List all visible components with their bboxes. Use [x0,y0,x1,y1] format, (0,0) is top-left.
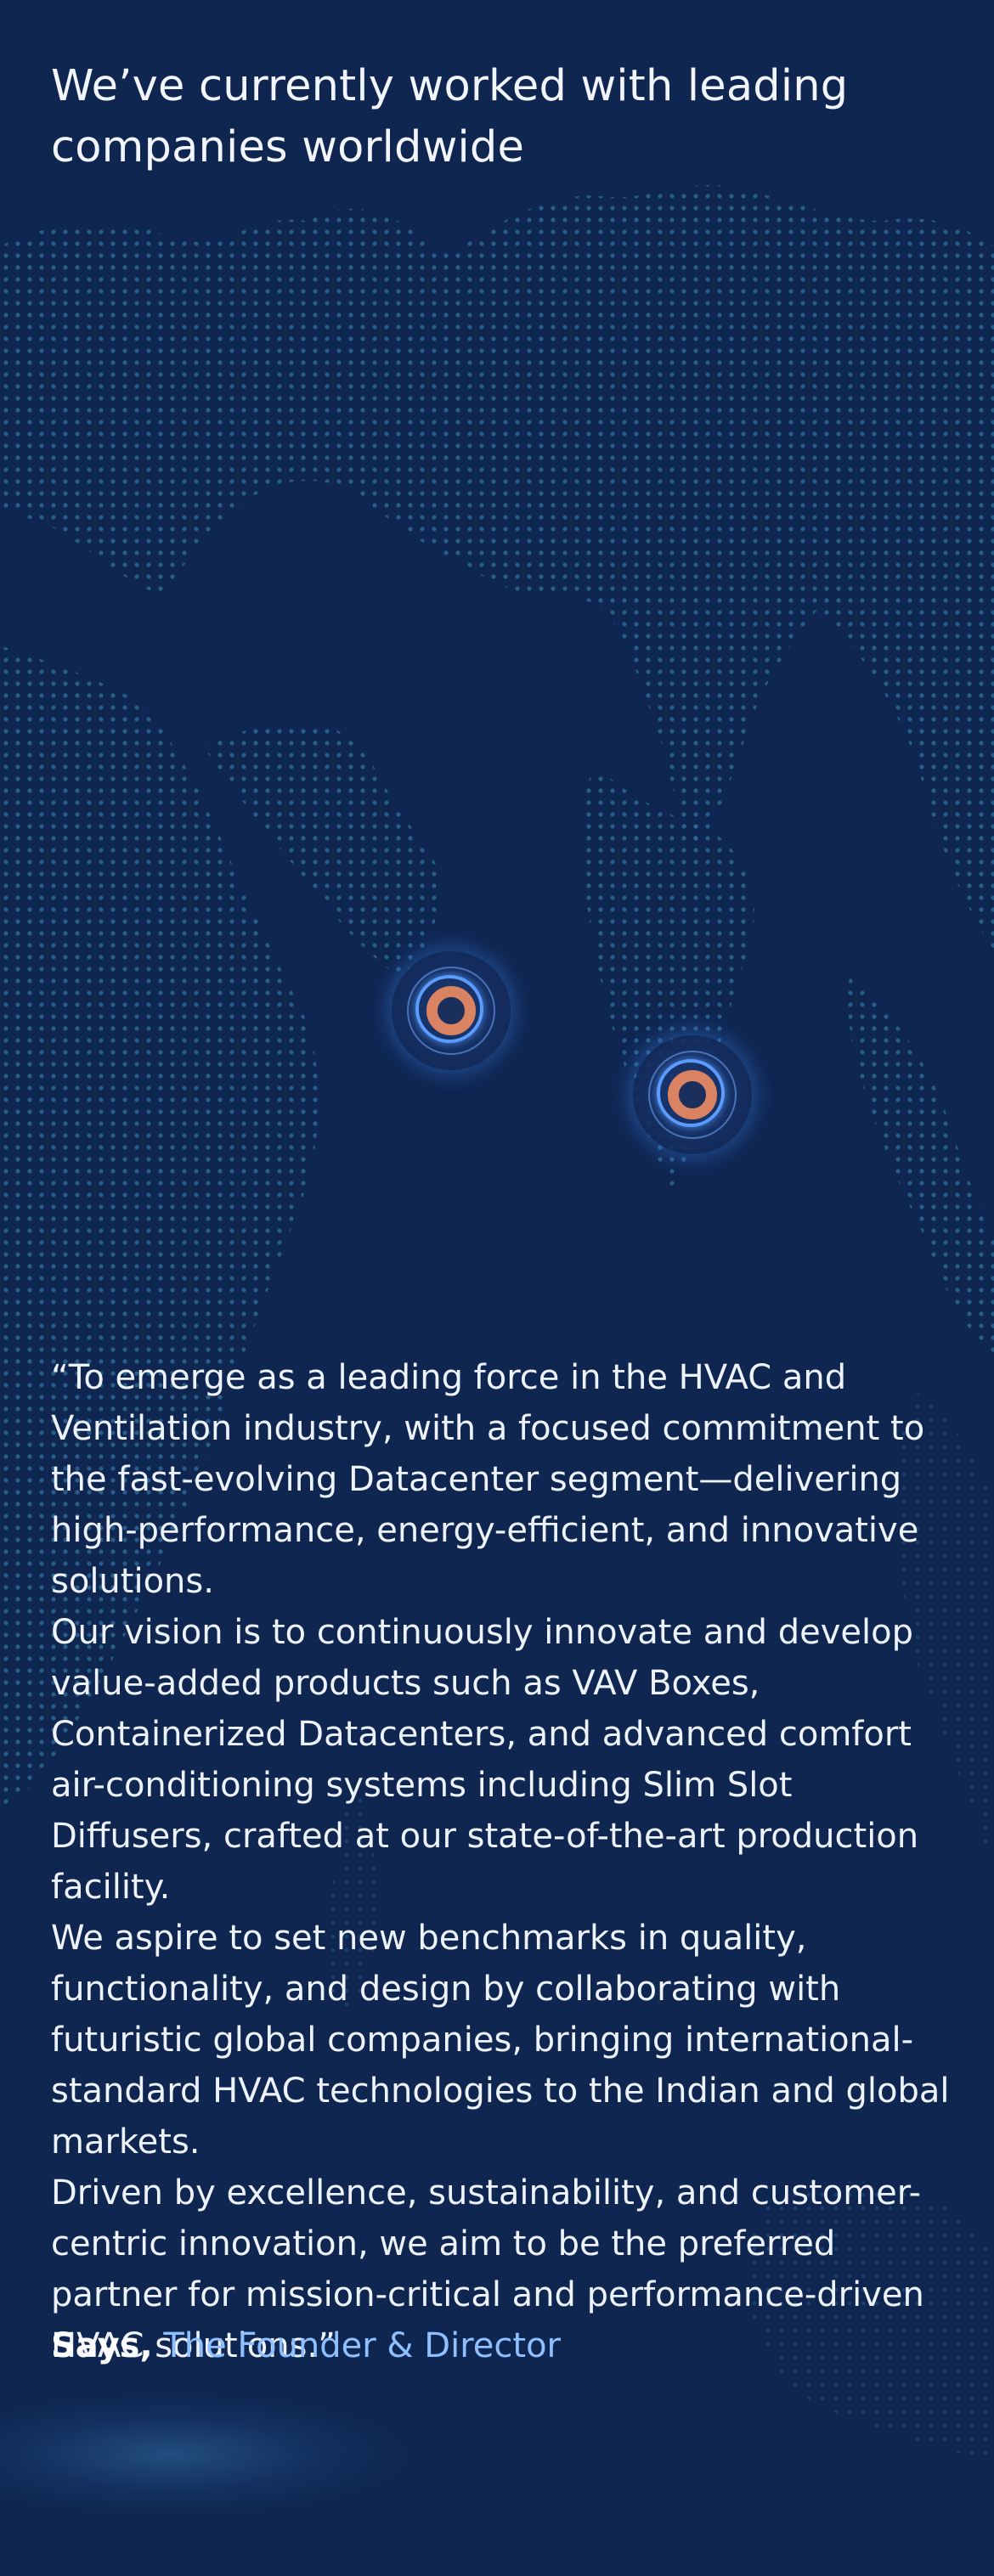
quote-paragraph-1: “To emerge as a leading force in the HVA… [51,1358,925,1601]
attribution-prefix: Says, [51,2326,153,2365]
vision-section: We’ve currently worked with leading comp… [0,0,994,2576]
quote-attribution: Says, The Founder & Director [51,2320,561,2371]
landmass-southeast-asia [848,977,994,1359]
section-headline: We’ve currently worked with leading comp… [51,56,901,178]
quote-paragraph-2: Our vision is to continuously innovate a… [51,1613,919,1907]
location-marker-1[interactable] [392,951,511,1070]
location-marker-2[interactable] [633,1035,752,1154]
vision-quote: “To emerge as a leading force in the HVA… [51,1352,952,2371]
headline-line-2: companies worldwide [51,122,525,172]
marker-core-icon [426,986,476,1035]
headline-line-1: We’ve currently worked with leading [51,61,849,111]
attribution-role: The Founder & Director [163,2326,561,2365]
quote-paragraph-3: We aspire to set new benchmarks in quali… [51,1919,950,2162]
marker-core-icon [668,1070,717,1119]
